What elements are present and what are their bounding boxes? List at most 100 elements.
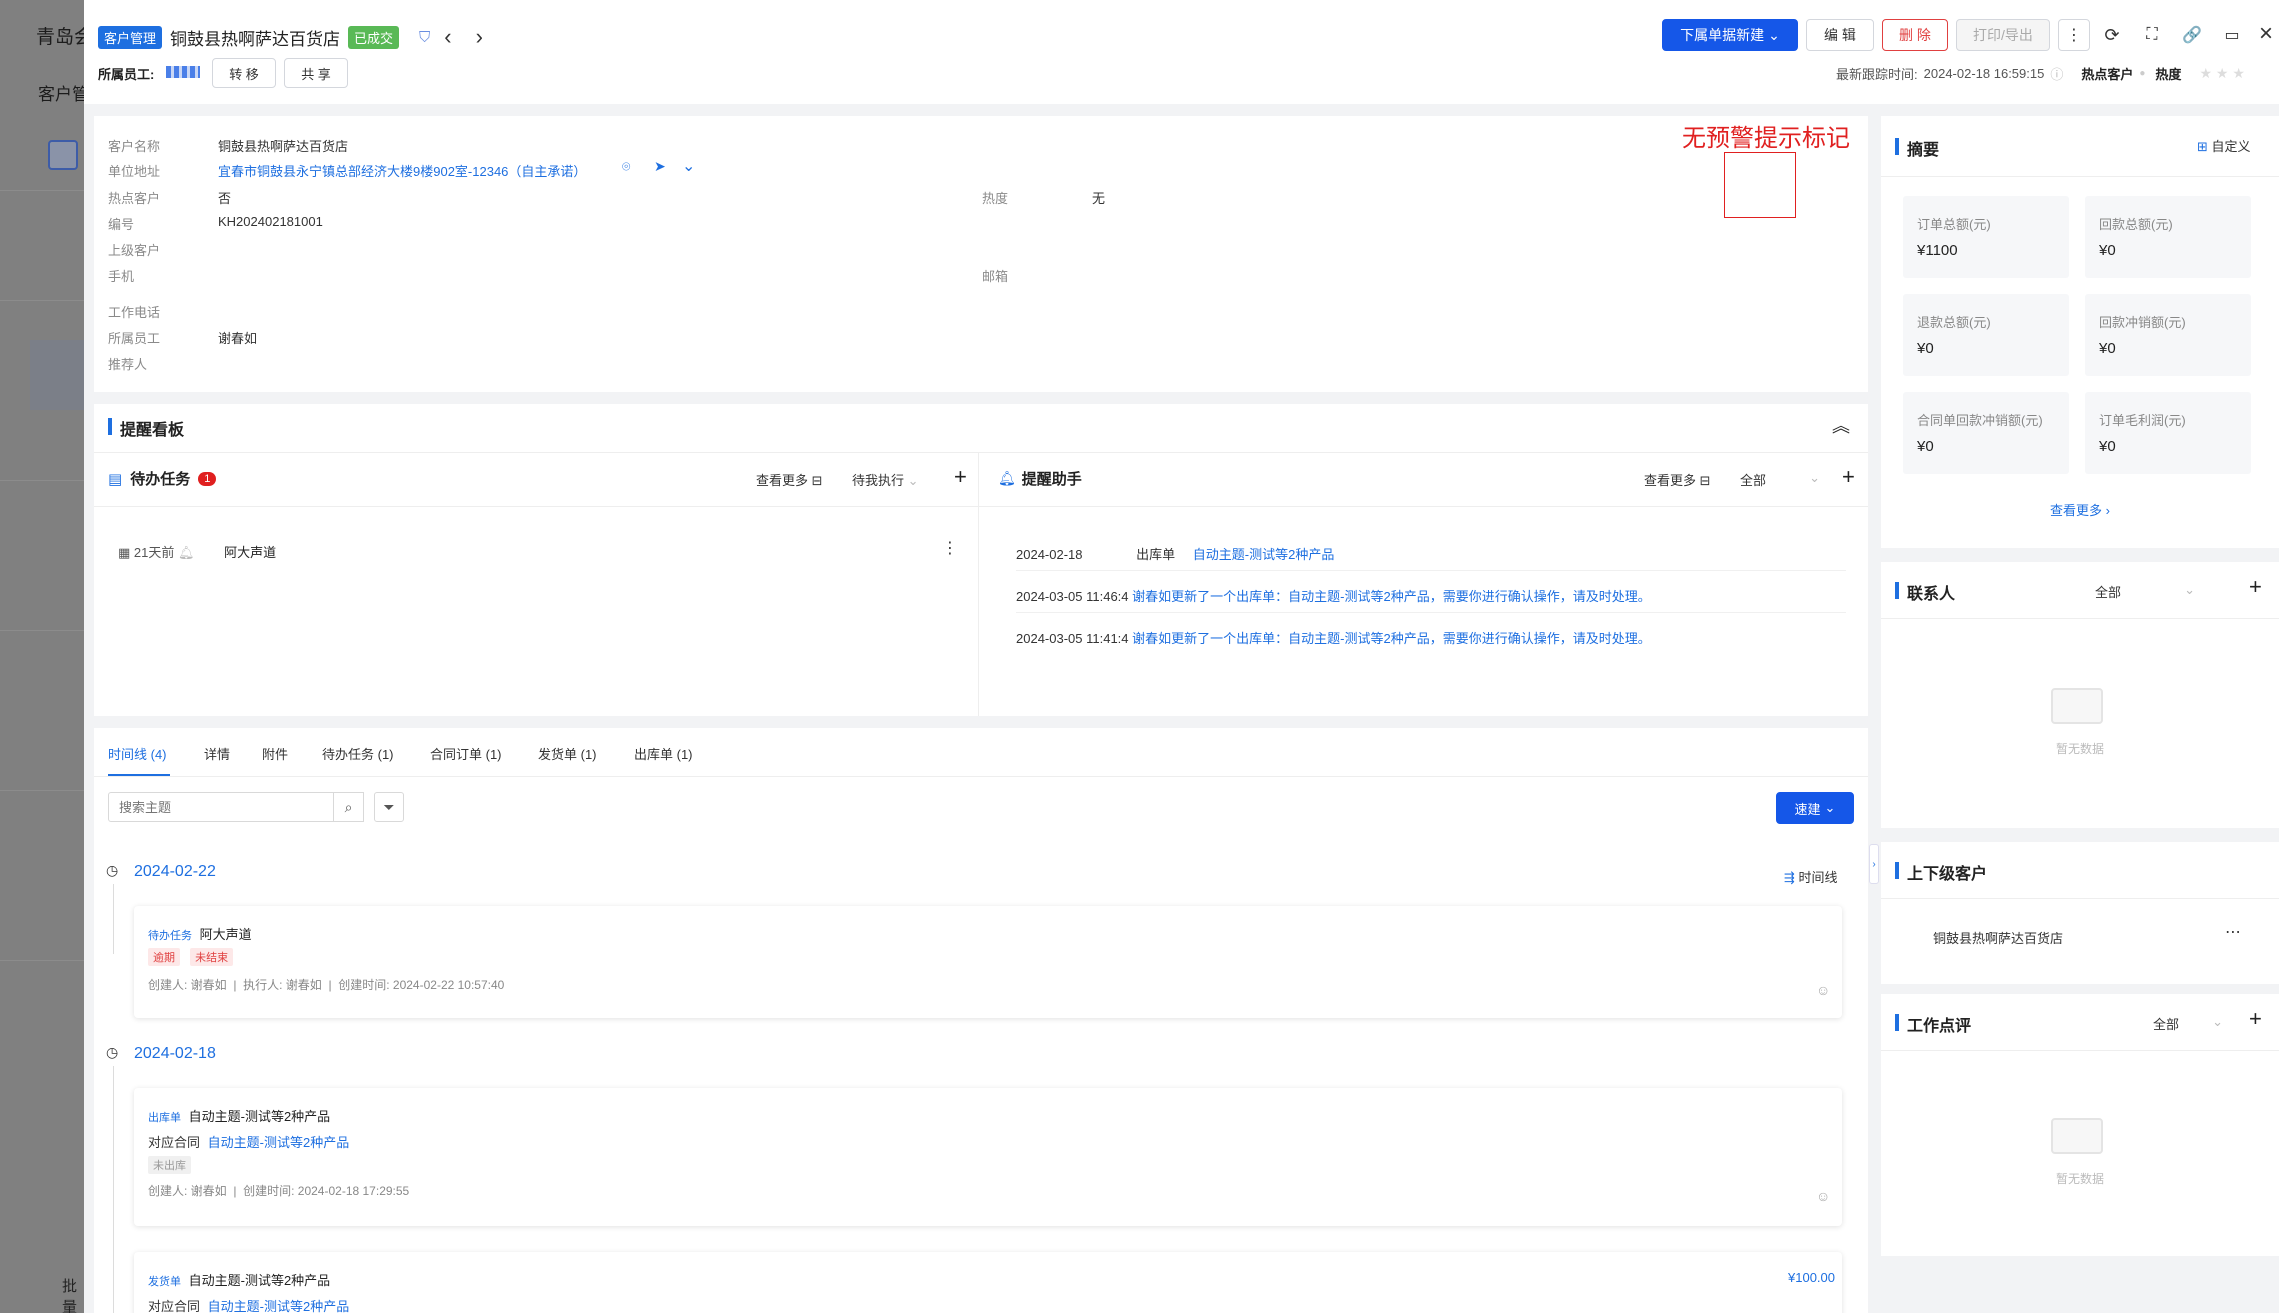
info-value: 谢春如 (218, 331, 258, 346)
refresh-icon[interactable]: ⟳ (2098, 21, 2126, 49)
location-icon[interactable]: ⌾ (622, 158, 630, 175)
fullscreen-icon[interactable]: ⛶ (2138, 21, 2166, 49)
timeline-date: 2024-02-22 (134, 863, 216, 880)
assistant-more-link[interactable]: 查看更多 ⊟ (1644, 470, 1711, 489)
relation-more-icon[interactable]: ⋯ (2225, 922, 2241, 942)
reminder-board-title: 提醒看板 (108, 416, 184, 440)
not-shipped-chip: 未出库 (148, 1156, 191, 1174)
send-icon[interactable]: ➤ (654, 158, 666, 175)
close-icon[interactable]: × (2252, 19, 2279, 49)
collapse-icon[interactable]: ︽ (1832, 412, 1850, 438)
search-input[interactable] (108, 792, 334, 822)
summary-more-link[interactable]: 查看更多 › (1881, 500, 2279, 519)
emoji-icon[interactable]: ☺ (1816, 982, 1830, 998)
bell-icon: 🔔︎ (178, 545, 195, 560)
assistant-filter-select[interactable]: 全部 ⌄ (1740, 470, 1820, 489)
share-button[interactable]: 共 享 (284, 58, 348, 88)
divider (1016, 612, 1846, 613)
background-subtitle: 客户管 (38, 85, 89, 104)
tab-todo[interactable]: 待办任务 (1) (322, 744, 394, 763)
card-title: 自动主题-测试等2种产品 (188, 1109, 331, 1124)
stat-payment-total: 回款总额(元) ¥0 (2085, 196, 2251, 278)
card-amount: ¥100.00 (1788, 1270, 1835, 1285)
filter-icon[interactable]: ⏷ (374, 792, 404, 822)
view-toggle-label: 时间线 (1798, 870, 1838, 885)
more-box-icon: ⊟ (811, 473, 823, 488)
chevron-down-icon: ⌄ (1768, 26, 1780, 43)
add-contact-icon[interactable]: + (2249, 574, 2262, 600)
transfer-button[interactable]: 转 移 (212, 58, 276, 88)
todo-item-more-icon[interactable]: ⋮ (942, 538, 958, 558)
search-icon[interactable]: ⌕ (334, 792, 364, 822)
contract-link[interactable]: 自动主题-测试等2种产品 (208, 1135, 350, 1150)
todo-more-link[interactable]: 查看更多 ⊟ (756, 470, 823, 489)
todo-filter-select[interactable]: 待我执行 ⌄ (852, 470, 919, 489)
contacts-card: 联系人 全部 ⌄ + 暂无数据 (1881, 562, 2279, 828)
todo-icon: ▤ (108, 470, 123, 488)
divider (1016, 570, 1846, 571)
last-follow-time: 2024-02-18 16:59:15 (1923, 66, 2045, 81)
timeline-card[interactable]: 出库单 自动主题-测试等2种产品 对应合同 自动主题-测试等2种产品 未出库 创… (134, 1088, 1842, 1226)
prev-icon[interactable]: ‹ (444, 24, 451, 50)
tab-outbound[interactable]: 出库单 (1) (634, 744, 693, 763)
more-box-icon: ⊟ (1699, 473, 1711, 488)
print-export-button[interactable]: 打印/导出 (1956, 19, 2050, 51)
view-toggle[interactable]: ⇶ 时间线 (1784, 867, 1838, 886)
tab-delivery[interactable]: 发货单 (1) (538, 744, 597, 763)
reminder-board: 提醒看板 ︽ ▤ 待办任务 1 查看更多 ⊟ 待我执行 ⌄ + ▦ 21天前 🔔… (94, 404, 1868, 716)
reminder-item[interactable]: 2024-03-05 11:46:4 谢春如更新了一个出库单：自动主题-测试等2… (1016, 586, 1651, 605)
tab-attachments[interactable]: 附件 (262, 744, 288, 763)
tab-timeline[interactable]: 时间线 (4) (108, 744, 167, 763)
email-label: 邮箱 (982, 269, 1009, 284)
reminder-item[interactable]: 2024-03-05 11:41:4 谢春如更新了一个出库单：自动主题-测试等2… (1016, 628, 1651, 647)
divider (0, 480, 84, 481)
more-icon[interactable]: ⋮ (2058, 19, 2090, 51)
add-reminder-icon[interactable]: + (1842, 464, 1855, 490)
reviews-empty: 暂无数据 (2055, 1172, 2104, 1186)
reviews-title: 工作点评 (1895, 1012, 1971, 1036)
shield-icon[interactable]: ⛉ (419, 29, 430, 46)
tab-contract-orders[interactable]: 合同订单 (1) (430, 744, 502, 763)
add-todo-icon[interactable]: + (954, 464, 967, 490)
reminder-item[interactable]: 2024-02-18 出库单 自动主题-测试等2种产品 (1016, 544, 1334, 563)
delete-button[interactable]: 删 除 (1882, 19, 1948, 51)
divider (0, 790, 84, 791)
overdue-chip: 逾期 (148, 948, 180, 966)
heat-field-label: 热度 (982, 191, 1009, 206)
timeline-view-icon: ⇶ (1784, 870, 1795, 885)
todo-item[interactable]: ▦ 21天前 🔔︎ 阿大声道 (118, 542, 276, 561)
relation-item[interactable]: 铜鼓县热啊萨达百货店 (1933, 928, 2063, 947)
create-sub-button[interactable]: 下属单据新建 ⌄ (1662, 19, 1798, 51)
emoji-icon[interactable]: ☺ (1816, 1188, 1830, 1204)
stat-value: ¥0 (1917, 438, 1934, 455)
contract-link[interactable]: 自动主题-测试等2种产品 (208, 1299, 350, 1313)
quick-create-button[interactable]: 速建 ⌄ (1776, 792, 1854, 824)
chevron-down-icon: ⌄ (907, 473, 919, 488)
expand-chevron-icon[interactable]: ⌄ (682, 156, 695, 176)
assistant-title: 提醒助手 (1021, 471, 1082, 488)
contacts-filter-select[interactable]: 全部 ⌄ (2095, 582, 2195, 601)
edit-button[interactable]: 编 辑 (1806, 19, 1874, 51)
screen-icon[interactable]: ▭ (2218, 21, 2246, 49)
link-icon[interactable]: 🔗 (2178, 21, 2206, 49)
heat-stars-icon[interactable]: ★ ★ ★ (2199, 65, 2244, 82)
chevron-down-icon: ⌄ (2184, 582, 2195, 597)
tab-details[interactable]: 详情 (204, 744, 230, 763)
timeline-card[interactable]: 待办任务 阿大声道 逾期 未结束 创建人: 谢春如 | 执行人: 谢春如 | 创… (134, 906, 1842, 1018)
reviews-filter-label: 全部 (2153, 1017, 2180, 1032)
sidebar-toggle-icon[interactable]: › (1869, 844, 1879, 884)
address-link[interactable]: 宜春市铜鼓县永宁镇总部经济大楼9楼902室-12346（自主承诺） (218, 161, 586, 180)
customer-name: 铜鼓县热啊萨达百货店 (170, 29, 341, 49)
stat-label: 退款总额(元) (1917, 315, 1991, 330)
stat-label: 合同单回款冲销额(元) (1917, 413, 2043, 428)
reviews-filter-select[interactable]: 全部 ⌄ (2153, 1014, 2223, 1033)
card-type: 待办任务 (148, 930, 192, 942)
timeline-card[interactable]: 发货单 自动主题-测试等2种产品 ¥100.00 对应合同 自动主题-测试等2种… (134, 1252, 1842, 1313)
add-review-icon[interactable]: + (2249, 1006, 2262, 1032)
divider (94, 452, 1868, 453)
stat-payment-offset: 回款冲销额(元) ¥0 (2085, 294, 2251, 376)
reminder-date: 2024-03-05 11:46:4 (1016, 589, 1129, 604)
card-title: 自动主题-测试等2种产品 (188, 1273, 331, 1288)
customize-button[interactable]: ⊞ 自定义 (2197, 136, 2251, 155)
next-icon[interactable]: › (476, 24, 483, 50)
